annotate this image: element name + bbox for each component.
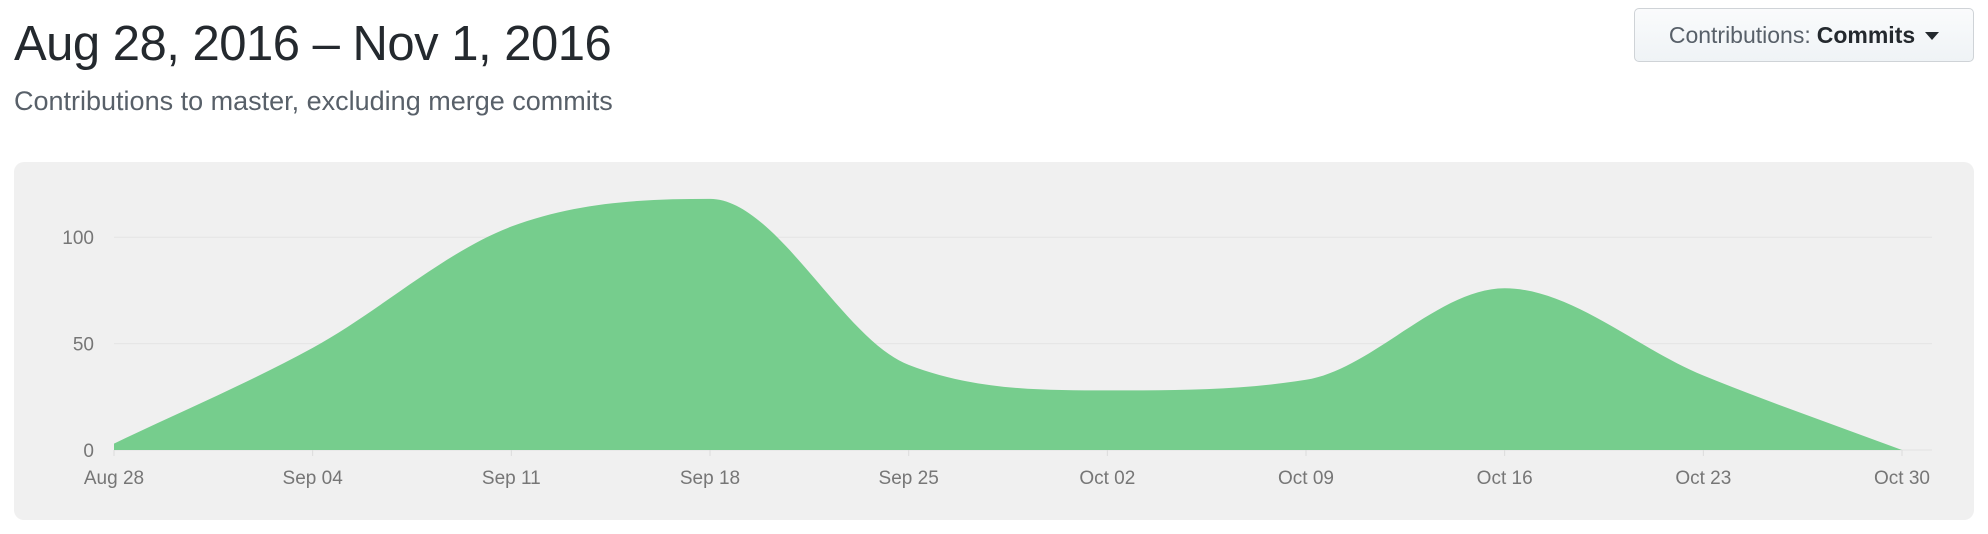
commits-area	[114, 198, 1902, 450]
y-tick-label: 100	[62, 228, 94, 249]
x-tick-label: Oct 16	[1477, 468, 1533, 489]
x-tick-label: Oct 09	[1278, 468, 1334, 489]
x-tick-label: Sep 18	[680, 468, 740, 489]
y-tick-label: 50	[73, 335, 94, 356]
chevron-down-icon	[1925, 32, 1940, 40]
x-tick-label: Sep 25	[879, 468, 939, 489]
x-tick-label: Aug 28	[84, 468, 144, 489]
x-axis: Aug 28 Sep 04 Sep 11 Sep 18 Sep 25 Oct 02 Oct …	[84, 450, 1930, 489]
x-tick-label: Oct 02	[1079, 468, 1135, 489]
x-tick-label: Sep 04	[283, 468, 344, 489]
x-tick-label: Sep 11	[482, 468, 541, 489]
contributions-dropdown-button[interactable]: Contributions: Commits	[1634, 8, 1974, 62]
chart-panel: 0 50 100 Aug 28 Sep 04 Sep 11 Sep 18 Sep 25 Oct…	[14, 162, 1974, 520]
y-axis: 0 50 100	[62, 228, 94, 462]
header: Aug 28, 2016 – Nov 1, 2016 Contributions…	[14, 14, 613, 118]
contributions-area-chart: 0 50 100 Aug 28 Sep 04 Sep 11 Sep 18 Sep 25 Oct…	[62, 198, 1932, 489]
page-subtitle: Contributions to master, excluding merge…	[14, 86, 613, 116]
dropdown-selected-value: Commits	[1816, 21, 1916, 48]
dropdown-prefix-label: Contributions:	[1668, 21, 1811, 48]
y-tick-label: 0	[83, 441, 94, 462]
x-tick-label: Oct 30	[1874, 468, 1930, 489]
area-layer	[114, 198, 1902, 450]
x-tick-label: Oct 23	[1675, 468, 1731, 489]
date-range-title: Aug 28, 2016 – Nov 1, 2016	[14, 17, 612, 71]
